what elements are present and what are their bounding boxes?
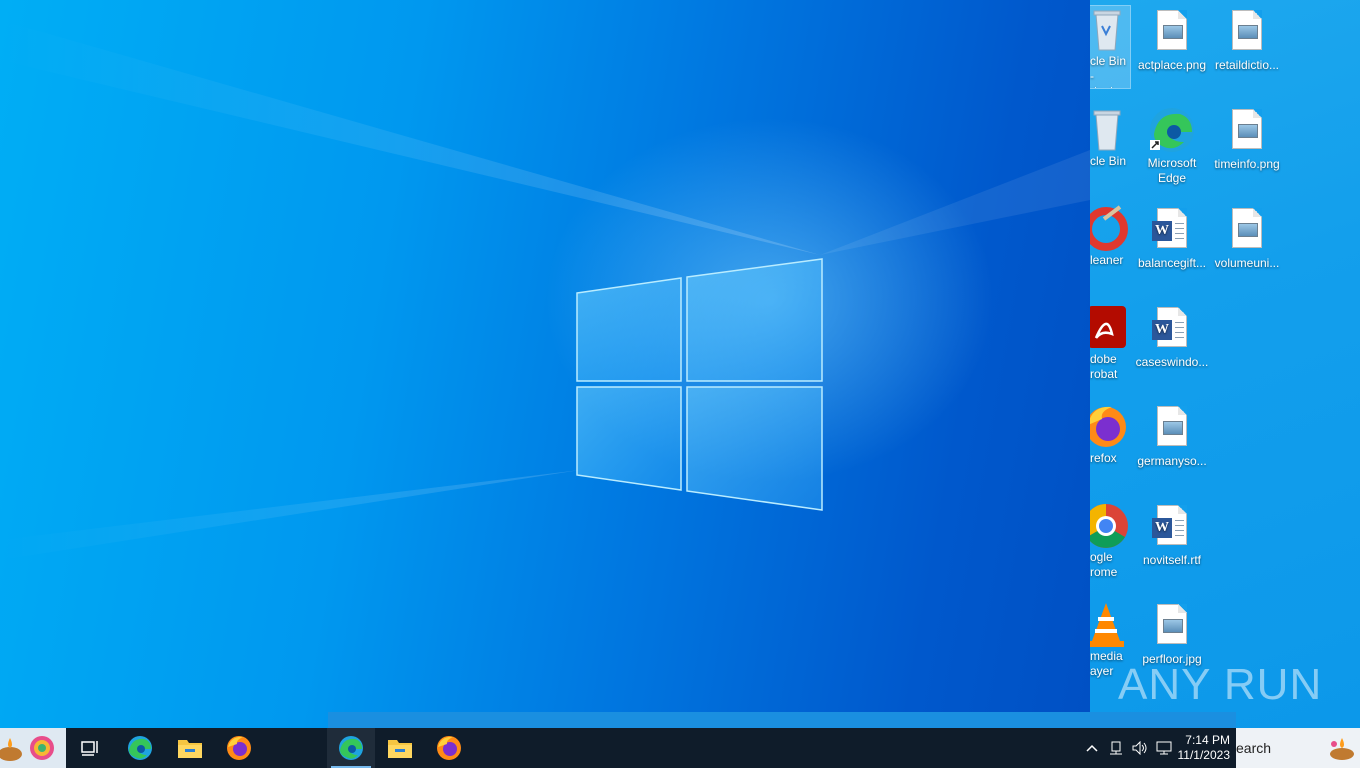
recycle-bin-icon — [1090, 6, 1130, 54]
volume-button[interactable] — [1128, 728, 1152, 768]
desktop-icon-retaildictio[interactable]: retaildictio... — [1209, 8, 1285, 73]
recycle-bin-icon — [1090, 106, 1130, 154]
word-file-icon: W — [1148, 206, 1196, 254]
tray-device-button[interactable] — [1104, 728, 1128, 768]
search-box-text: earch — [1236, 740, 1272, 756]
desktop-icon-label: novitself.rtf — [1142, 553, 1202, 567]
desktop-icon-microsoft-edge[interactable]: Microsoft Edge — [1134, 106, 1210, 186]
desktop-icon-label: Edge — [1157, 171, 1187, 185]
usb-device-icon — [1110, 741, 1122, 755]
word-file-icon: W — [1148, 503, 1196, 551]
desktop-icon-google-chrome[interactable]: ogle rome — [1090, 502, 1130, 580]
edge-icon — [339, 736, 363, 760]
taskbar-firefox-button-2[interactable] — [425, 728, 473, 768]
image-file-icon — [1148, 404, 1196, 452]
desktop-icon-label: dobe — [1090, 352, 1117, 366]
desktop-icon-label: caseswindo... — [1135, 355, 1209, 369]
desktop-icon-volumeuni[interactable]: volumeuni... — [1209, 206, 1285, 271]
clock-time: 7:14 PM — [1185, 733, 1230, 747]
desktop-wallpaper — [0, 0, 1090, 728]
desktop-icon-recycle-bin-shortcut[interactable]: cle Bin - rtcut — [1090, 5, 1131, 89]
image-file-icon — [1223, 206, 1271, 254]
taskbar-left-stub — [0, 728, 66, 768]
firefox-icon — [227, 736, 251, 760]
desktop-icon-label: rtcut — [1090, 84, 1130, 88]
network-button[interactable] — [1152, 728, 1176, 768]
taskbar-edge-button-active[interactable] — [327, 728, 375, 768]
edge-icon — [128, 736, 152, 760]
image-file-icon — [1148, 8, 1196, 56]
desktop-icon-firefox[interactable]: refox — [1090, 403, 1130, 466]
desktop-icon-label: ogle — [1090, 550, 1113, 564]
task-view-icon — [81, 741, 98, 756]
desktop-icon-germanyso[interactable]: germanyso... — [1134, 404, 1210, 469]
desktop-icon-label: balancegift... — [1137, 256, 1207, 270]
desktop-icon-label: refox — [1090, 451, 1117, 465]
search-box[interactable]: earch — [1236, 728, 1360, 768]
task-view-button[interactable] — [66, 728, 114, 768]
desktop-icon-actplace[interactable]: actplace.png — [1134, 8, 1210, 73]
taskbar: 7:14 PM 11/1/2023 — [66, 728, 1236, 768]
taskbar-file-explorer-button-2[interactable] — [376, 728, 424, 768]
desktop-icon-recycle-bin[interactable]: cle Bin — [1090, 106, 1130, 169]
desktop-icon-label: Microsoft — [1147, 156, 1197, 170]
firefox-icon — [1090, 403, 1130, 451]
desktop-icon-area: cle Bin - rtcut cle Bin leaner dobe roba… — [1090, 0, 1360, 728]
speaker-icon — [1132, 741, 1147, 755]
desktop-icon-label: rome — [1090, 565, 1118, 579]
folder-icon — [388, 740, 412, 758]
desktop-icon-label: cle Bin - — [1090, 54, 1127, 83]
windows-logo — [576, 258, 823, 511]
ccleaner-icon — [1090, 205, 1130, 253]
image-file-icon — [1223, 107, 1271, 155]
desktop-icon-label: actplace.png — [1137, 58, 1207, 72]
desktop-icon-adobe-acrobat[interactable]: dobe robat — [1090, 304, 1130, 382]
desktop-icon-balancegift[interactable]: W balancegift... — [1134, 206, 1210, 271]
network-icon — [1156, 741, 1172, 755]
anyrun-watermark: ANY RUN — [1118, 660, 1323, 709]
edge-icon — [1148, 106, 1196, 154]
desktop-icon-perfloor[interactable]: perfloor.jpg — [1134, 602, 1210, 667]
chrome-icon — [1090, 502, 1130, 550]
clock-button[interactable]: 7:14 PM 11/1/2023 — [1176, 728, 1236, 768]
desktop-icon-caseswindo[interactable]: W caseswindo... — [1134, 305, 1210, 370]
diya-decoration-icon — [0, 736, 54, 761]
desktop-icon-label: retaildictio... — [1214, 58, 1280, 72]
folder-icon — [178, 740, 202, 758]
taskbar-file-explorer-button[interactable] — [166, 728, 214, 768]
system-tray: 7:14 PM 11/1/2023 — [1080, 728, 1236, 768]
image-file-icon — [1223, 8, 1271, 56]
desktop-icon-label: germanyso... — [1137, 454, 1207, 468]
firefox-icon — [437, 736, 461, 760]
desktop-icon-label: cle Bin — [1090, 154, 1127, 168]
desktop-icon-label: timeinfo.png — [1214, 157, 1280, 171]
desktop-icon-label: leaner — [1090, 253, 1124, 267]
taskbar-edge-button[interactable] — [116, 728, 164, 768]
desktop-icon-label: robat — [1090, 367, 1118, 381]
taskbar-highlight-strip — [328, 712, 1236, 728]
desktop-icon-label: volumeuni... — [1214, 256, 1280, 270]
taskbar-firefox-button[interactable] — [215, 728, 263, 768]
show-hidden-icons-button[interactable] — [1080, 728, 1104, 768]
vlc-icon — [1090, 601, 1130, 649]
desktop-icon-ccleaner[interactable]: leaner — [1090, 205, 1130, 268]
chevron-up-icon — [1086, 744, 1098, 752]
desktop-icon-novitself[interactable]: W novitself.rtf — [1134, 503, 1210, 568]
diya-decoration-icon — [1330, 738, 1354, 760]
image-file-icon — [1148, 602, 1196, 650]
word-file-icon: W — [1148, 305, 1196, 353]
clock-date: 11/1/2023 — [1177, 748, 1231, 762]
desktop-icon-timeinfo[interactable]: timeinfo.png — [1209, 107, 1285, 172]
light-beams — [0, 20, 1090, 560]
adobe-acrobat-icon — [1090, 304, 1130, 352]
